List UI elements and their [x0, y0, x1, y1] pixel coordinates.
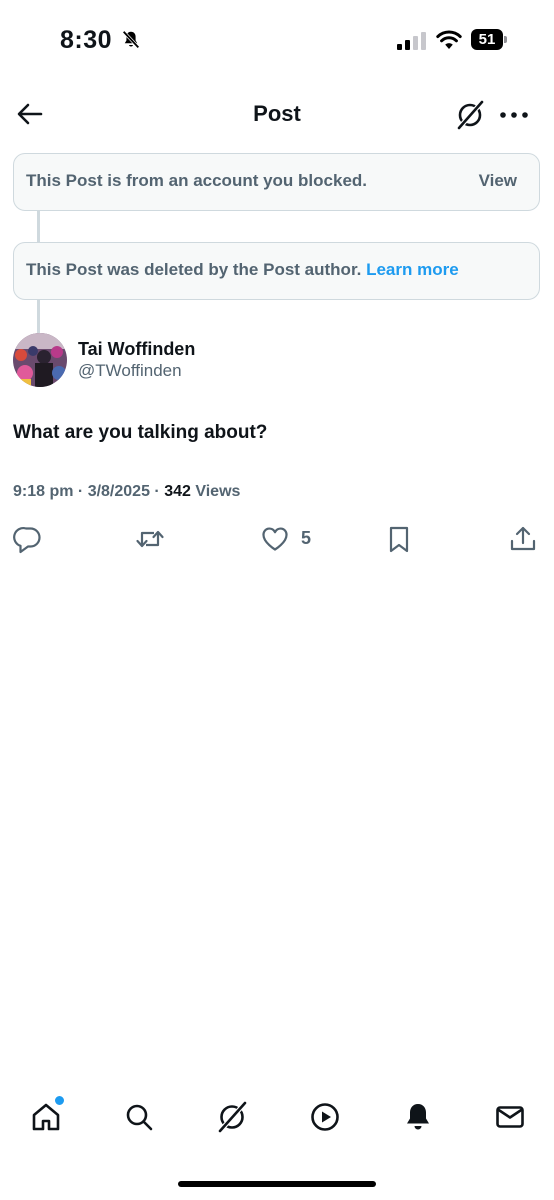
- grok-icon[interactable]: [455, 100, 485, 130]
- home-indicator[interactable]: [178, 1181, 376, 1187]
- video-icon[interactable]: [309, 1101, 341, 1133]
- blocked-notice-text: This Post is from an account you blocked…: [26, 171, 368, 190]
- like-count[interactable]: 5: [301, 528, 311, 549]
- more-icon[interactable]: [500, 112, 528, 118]
- deleted-post-notice: This Post was deleted by the Post author…: [13, 242, 540, 300]
- post-meta: 9:18 pm · 3/8/2025 · 342 Views: [13, 483, 241, 500]
- deleted-notice-text: This Post was deleted by the Post author…: [26, 260, 459, 280]
- search-icon[interactable]: [123, 1101, 155, 1133]
- home-notification-dot: [54, 1095, 65, 1106]
- signal-icon: [397, 32, 426, 50]
- battery-icon: 51: [471, 29, 509, 51]
- learn-more-link[interactable]: Learn more: [366, 260, 459, 279]
- post-text: What are you talking about?: [13, 422, 268, 443]
- grok-icon[interactable]: [216, 1101, 248, 1133]
- messages-icon[interactable]: [494, 1101, 526, 1133]
- like-icon[interactable]: [260, 524, 290, 554]
- notifications-icon[interactable]: [402, 1101, 434, 1133]
- thread-line: [37, 211, 40, 242]
- author-name[interactable]: Tai Woffinden: [78, 339, 195, 360]
- bell-off-icon: [122, 30, 140, 49]
- thread-line: [37, 300, 40, 333]
- status-time: 8:30: [60, 26, 113, 54]
- wifi-icon: [436, 30, 462, 49]
- views-count[interactable]: 342: [164, 483, 191, 500]
- bookmark-icon[interactable]: [384, 524, 414, 554]
- deleted-notice-label: This Post was deleted by the Post author…: [26, 260, 362, 279]
- repost-icon[interactable]: [135, 524, 165, 554]
- reply-icon[interactable]: [13, 524, 43, 554]
- post-time: 9:18 pm: [13, 483, 74, 500]
- battery-level: 51: [478, 31, 496, 48]
- author-handle[interactable]: @TWoffinden: [78, 361, 182, 381]
- blocked-post-notice: This Post is from an account you blocked…: [13, 153, 540, 211]
- share-icon[interactable]: [508, 524, 538, 554]
- views-label[interactable]: Views: [195, 483, 240, 500]
- post-date: 3/8/2025: [87, 483, 150, 500]
- avatar[interactable]: [13, 333, 67, 387]
- view-button[interactable]: View: [479, 171, 517, 191]
